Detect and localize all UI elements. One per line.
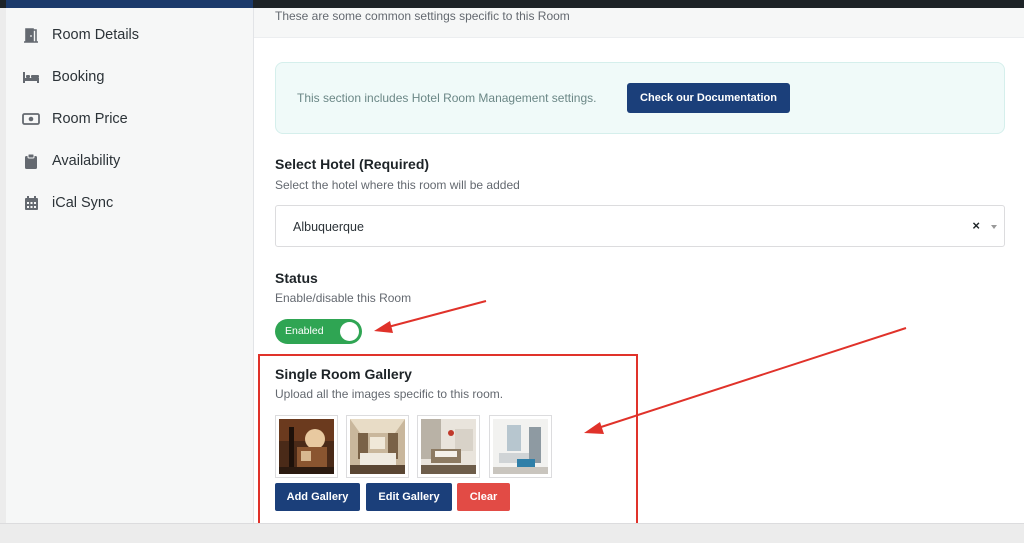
chevron-down-icon[interactable] (991, 225, 997, 229)
status-toggle-label: Enabled (285, 325, 324, 337)
sidebar-item-label: Booking (52, 69, 105, 85)
info-notice: This section includes Hotel Room Managem… (275, 62, 1005, 134)
clipboard-icon (22, 152, 40, 170)
calendar-icon (22, 194, 40, 212)
room-photo-4 (493, 419, 548, 474)
bottom-bar (0, 523, 1024, 543)
toggle-knob (340, 322, 359, 341)
room-photo-2 (350, 419, 405, 474)
gallery-thumbnail[interactable] (346, 415, 409, 478)
bed-icon (22, 68, 40, 86)
gallery-thumbnail[interactable] (489, 415, 552, 478)
hotel-select[interactable]: Albuquerque × (275, 205, 1005, 247)
status-description: Enable/disable this Room (275, 291, 412, 305)
select-hotel-label: Select Hotel (Required) (275, 156, 430, 172)
panel-subtitle: These are some common settings specific … (275, 9, 570, 23)
notice-text: This section includes Hotel Room Managem… (297, 91, 597, 105)
add-gallery-button[interactable]: Add Gallery (275, 483, 360, 511)
select-hotel-description: Select the hotel where this room will be… (275, 178, 520, 192)
active-menu-strip (6, 0, 253, 8)
edit-gallery-button[interactable]: Edit Gallery (366, 483, 452, 511)
sidebar-item-room-details[interactable]: Room Details (22, 23, 139, 47)
gallery-thumbnail[interactable] (417, 415, 480, 478)
sidebar-item-label: Availability (52, 153, 121, 169)
clear-selection-icon[interactable]: × (972, 218, 980, 233)
room-photo-3 (421, 419, 476, 474)
door-icon (22, 26, 40, 44)
room-settings-sidebar: Room Details Booking Room Price Availabi… (6, 8, 254, 523)
check-documentation-button[interactable]: Check our Documentation (627, 83, 790, 113)
hotel-select-value: Albuquerque (293, 220, 364, 234)
sidebar-item-availability[interactable]: Availability (22, 149, 120, 173)
clear-gallery-button[interactable]: Clear (457, 483, 510, 511)
sidebar-item-label: iCal Sync (52, 195, 114, 211)
admin-top-bar (0, 0, 1024, 8)
sidebar-item-booking[interactable]: Booking (22, 65, 104, 89)
room-settings-panel: These are some common settings specific … (254, 8, 1024, 525)
money-icon (22, 110, 40, 128)
sidebar-item-ical-sync[interactable]: iCal Sync (22, 191, 113, 215)
room-photo-1 (279, 419, 334, 474)
panel-header: These are some common settings specific … (254, 8, 1024, 38)
gallery-description: Upload all the images specific to this r… (275, 387, 504, 401)
sidebar-item-label: Room Price (52, 111, 128, 127)
sidebar-item-label: Room Details (52, 27, 140, 43)
gallery-label: Single Room Gallery (275, 366, 412, 382)
status-label: Status (275, 270, 318, 286)
status-toggle[interactable]: Enabled (275, 319, 362, 344)
sidebar-item-room-price[interactable]: Room Price (22, 107, 128, 131)
gallery-thumbnail[interactable] (275, 415, 338, 478)
